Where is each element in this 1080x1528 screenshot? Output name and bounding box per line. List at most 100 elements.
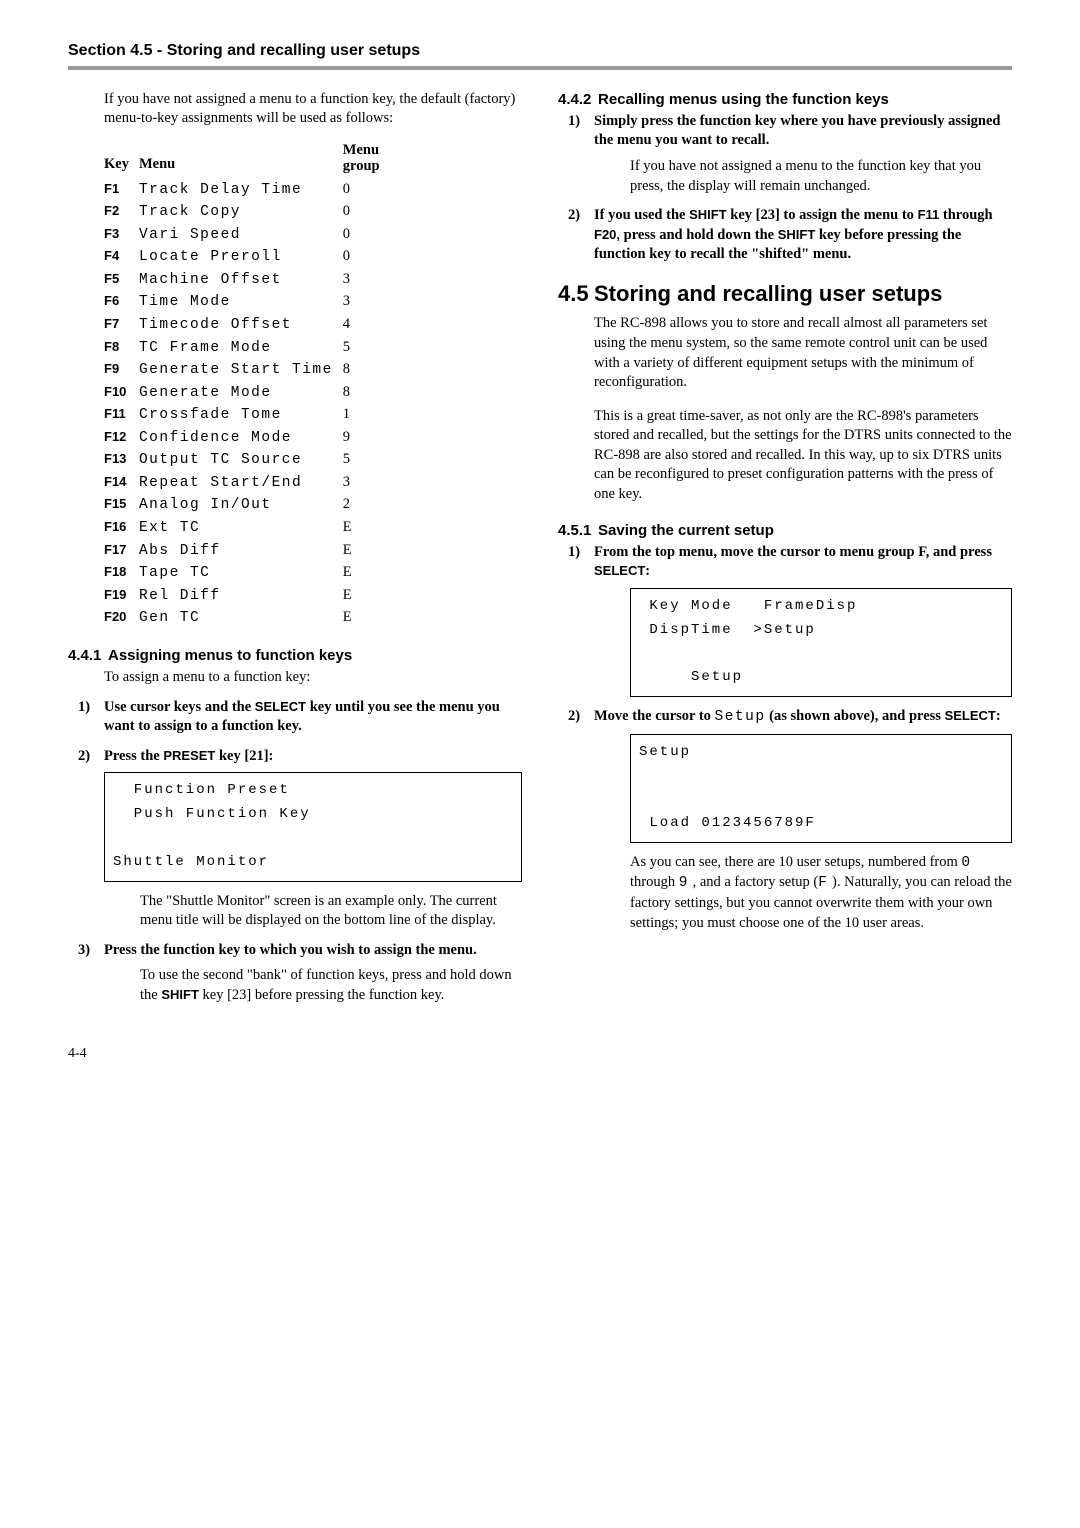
text: , and a factory setup (	[689, 874, 818, 890]
s451-step2: Move the cursor to Setup (as shown above…	[558, 707, 1012, 933]
two-column-layout: If you have not assigned a menu to a fun…	[68, 90, 1012, 1016]
cell-key: F6	[104, 291, 139, 314]
cell-menu: Vari Speed	[139, 224, 343, 247]
left-column: If you have not assigned a menu to a fun…	[68, 90, 522, 1016]
s441-step2: Press the PRESET key [21]: Function Pres…	[68, 747, 522, 931]
cell-key: F11	[104, 404, 139, 427]
text: :	[645, 563, 650, 579]
mono-text: 9	[679, 875, 689, 891]
text: (as shown above), and press	[766, 708, 945, 724]
heading-4-5-1: 4.5.1 Saving the current setup	[558, 521, 1012, 541]
cell-group: E	[343, 517, 390, 540]
text: Use cursor keys and the	[104, 699, 255, 715]
s442-step1-note: If you have not assigned a menu to the f…	[630, 157, 1012, 196]
text: Simply press the function key where you …	[594, 113, 1000, 149]
table-row: F1Track Delay Time0	[104, 179, 390, 202]
key-label: PRESET	[163, 748, 215, 763]
cell-group: 3	[343, 291, 390, 314]
table-row: F2Track Copy0	[104, 201, 390, 224]
table-row: F5Machine Offset3	[104, 269, 390, 292]
text: As you can see, there are 10 user setups…	[630, 854, 961, 870]
table-row: F18Tape TCE	[104, 562, 390, 585]
heading-4-4-2: 4.4.2 Recalling menus using the function…	[558, 90, 1012, 110]
table-row: F16Ext TCE	[104, 517, 390, 540]
s451-note: As you can see, there are 10 user setups…	[630, 853, 1012, 933]
table-row: F8TC Frame Mode5	[104, 337, 390, 360]
cell-key: F16	[104, 517, 139, 540]
cell-group: 8	[343, 359, 390, 382]
s441-lcd-note: The "Shuttle Monitor" screen is an examp…	[140, 892, 522, 931]
mono-text: 0	[961, 855, 971, 871]
heading-4-4-1: 4.4.1 Assigning menus to function keys	[68, 646, 522, 666]
s442-step1: Simply press the function key where you …	[558, 112, 1012, 196]
key-label: F20,	[594, 227, 620, 242]
heading-num: 4.4.2	[558, 90, 598, 110]
cell-key: F20	[104, 607, 139, 630]
heading-text: Storing and recalling user setups	[594, 279, 942, 309]
cell-menu: Tape TC	[139, 562, 343, 585]
cell-group: 9	[343, 427, 390, 450]
cell-key: F17	[104, 540, 139, 563]
running-header: Section 4.5 - Storing and recalling user…	[68, 40, 1012, 62]
cell-group: 3	[343, 472, 390, 495]
cell-group: 0	[343, 179, 390, 202]
s441-steps: Use cursor keys and the SELECT key until…	[68, 698, 522, 1006]
cell-key: F9	[104, 359, 139, 382]
text: through	[630, 874, 679, 890]
cell-group: 5	[343, 449, 390, 472]
cell-group: E	[343, 562, 390, 585]
cell-menu: Timecode Offset	[139, 314, 343, 337]
cell-key: F18	[104, 562, 139, 585]
lcd-menu-group-f: Key Mode FrameDisp DispTime >Setup Setup	[630, 588, 1012, 697]
cell-menu: Abs Diff	[139, 540, 343, 563]
text: :	[996, 708, 1001, 724]
cell-group: E	[343, 585, 390, 608]
cell-key: F1	[104, 179, 139, 202]
table-row: F19Rel DiffE	[104, 585, 390, 608]
s451-step1: From the top menu, move the cursor to me…	[558, 543, 1012, 697]
cell-menu: TC Frame Mode	[139, 337, 343, 360]
table-row: F3Vari Speed0	[104, 224, 390, 247]
table-header-menu: Menu	[139, 143, 343, 179]
s451-steps: From the top menu, move the cursor to me…	[558, 543, 1012, 933]
cell-menu: Track Copy	[139, 201, 343, 224]
cell-group: 3	[343, 269, 390, 292]
text: key [23] to assign the menu to	[727, 207, 918, 223]
cell-group: E	[343, 607, 390, 630]
cell-menu: Track Delay Time	[139, 179, 343, 202]
table-row: F14Repeat Start/End3	[104, 472, 390, 495]
table-row: F10Generate Mode8	[104, 382, 390, 405]
table-row: F6Time Mode3	[104, 291, 390, 314]
text: key [23] before pressing the function ke…	[199, 987, 444, 1003]
cell-menu: Machine Offset	[139, 269, 343, 292]
text: through	[939, 207, 992, 223]
s442-step2: If you used the SHIFT key [23] to assign…	[558, 206, 1012, 265]
page-number: 4-4	[68, 1045, 1012, 1064]
cell-key: F19	[104, 585, 139, 608]
table-header-group-l1: Menu	[343, 142, 379, 158]
cell-key: F13	[104, 449, 139, 472]
heading-num: 4.5.1	[558, 521, 598, 541]
cell-group: 2	[343, 494, 390, 517]
heading-num: 4.5	[558, 279, 594, 309]
key-label: SHIFT	[778, 227, 816, 242]
text: From the top menu, move the cursor to me…	[594, 544, 992, 560]
cell-key: F3	[104, 224, 139, 247]
table-row: F9Generate Start Time8	[104, 359, 390, 382]
table-header-group: Menu group	[343, 143, 390, 179]
table-row: F11Crossfade Tome1	[104, 404, 390, 427]
key-label: SELECT	[945, 708, 996, 723]
heading-num: 4.4.1	[68, 646, 108, 666]
s441-step3: Press the function key to which you wish…	[68, 941, 522, 1006]
key-label: SHIFT	[689, 207, 727, 222]
cell-group: 5	[343, 337, 390, 360]
cell-group: 0	[343, 224, 390, 247]
table-row: F13Output TC Source5	[104, 449, 390, 472]
cell-menu: Ext TC	[139, 517, 343, 540]
cell-menu: Generate Mode	[139, 382, 343, 405]
table-row: F17Abs DiffE	[104, 540, 390, 563]
cell-menu: Repeat Start/End	[139, 472, 343, 495]
text: key [21]:	[215, 748, 273, 764]
cell-key: F10	[104, 382, 139, 405]
text: Move the cursor to	[594, 708, 715, 724]
